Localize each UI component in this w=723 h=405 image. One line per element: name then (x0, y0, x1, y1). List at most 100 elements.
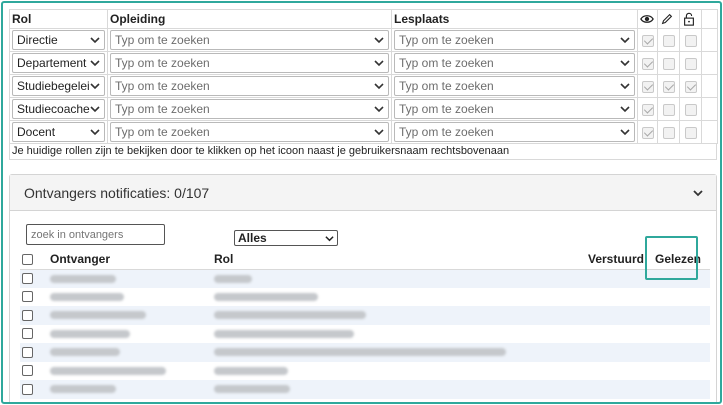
rol-cell: Studiecoache (9, 97, 108, 121)
blurred-role (214, 311, 366, 320)
extra-column (701, 9, 718, 29)
app-frame: Rol Opleiding Lesplaats Directie Typ om t… (1, 1, 722, 404)
recipient-select-cell (20, 362, 48, 381)
rol-select[interactable]: Departement (12, 53, 105, 73)
lock-checkbox[interactable] (684, 126, 697, 139)
recipient-role (212, 306, 570, 325)
recipient-row[interactable] (20, 343, 710, 362)
rol-value: Directie (17, 33, 58, 47)
edit-cell (657, 97, 680, 121)
opleiding-select[interactable]: Typ om te zoeken (110, 30, 389, 50)
recipient-role (212, 343, 570, 362)
view-cell (637, 120, 658, 144)
chevron-down-icon (90, 83, 100, 90)
recipient-name (48, 343, 212, 362)
recipient-checkbox[interactable] (22, 309, 33, 321)
lock-checkbox[interactable] (684, 103, 697, 116)
lesplaats-placeholder: Typ om te zoeken (399, 102, 494, 116)
recipient-role (212, 288, 570, 307)
rol-cell: Departement (9, 51, 108, 75)
opleiding-select[interactable]: Typ om te zoeken (110, 99, 389, 119)
recipient-checkbox[interactable] (22, 328, 33, 340)
opleiding-select[interactable]: Typ om te zoeken (110, 76, 389, 96)
recipient-gelezen (646, 325, 710, 344)
edit-checkbox[interactable] (662, 103, 675, 116)
recipients-search-input[interactable] (26, 224, 165, 245)
blurred-role (214, 385, 290, 394)
pencil-icon (661, 14, 673, 25)
recipient-name (48, 380, 212, 399)
recipient-row[interactable] (20, 380, 710, 399)
lock-cell (679, 74, 702, 98)
recipient-select-cell (20, 269, 48, 288)
recipient-row[interactable] (20, 306, 710, 325)
recipient-row[interactable] (20, 269, 710, 288)
opleiding-cell: Typ om te zoeken (107, 120, 392, 144)
recipients-filter-select[interactable]: Alles (234, 230, 338, 246)
recipient-checkbox[interactable] (22, 273, 33, 285)
chevron-down-icon (620, 106, 630, 113)
role-row: Docent Typ om te zoeken Typ om te zoeken (9, 120, 718, 144)
recipient-gelezen (646, 380, 710, 399)
recipient-verstuurd (570, 343, 646, 362)
view-cell (637, 74, 658, 98)
view-checkbox[interactable] (641, 80, 654, 93)
blurred-role (214, 348, 506, 357)
opleiding-select[interactable]: Typ om te zoeken (110, 53, 389, 73)
lesplaats-select[interactable]: Typ om te zoeken (394, 53, 635, 73)
blurred-name (50, 385, 116, 394)
rol-select[interactable]: Studiebegelei (12, 76, 105, 96)
recipient-row[interactable] (20, 325, 710, 344)
opleiding-cell: Typ om te zoeken (107, 51, 392, 75)
lock-checkbox[interactable] (684, 80, 697, 93)
chevron-down-icon (620, 83, 630, 90)
recipient-checkbox[interactable] (22, 365, 33, 377)
recipient-gelezen (646, 288, 710, 307)
opleiding-select[interactable]: Typ om te zoeken (110, 122, 389, 142)
edit-checkbox[interactable] (662, 34, 675, 47)
view-checkbox[interactable] (641, 103, 654, 116)
rol-select[interactable]: Docent (12, 122, 105, 142)
opleiding-placeholder: Typ om te zoeken (115, 102, 210, 116)
recipient-name (48, 325, 212, 344)
extra-cell (701, 97, 718, 121)
roles-note: Je huidige rollen zijn te bekijken door … (9, 144, 717, 160)
edit-checkbox[interactable] (662, 126, 675, 139)
view-checkbox[interactable] (641, 34, 654, 47)
lesplaats-placeholder: Typ om te zoeken (399, 56, 494, 70)
recipient-verstuurd (570, 306, 646, 325)
recipient-row[interactable] (20, 399, 710, 404)
col-header-verstuurd[interactable]: Verstuurd (570, 249, 646, 270)
panel-header[interactable]: Ontvangers notificaties: 0/107 (10, 175, 716, 211)
lesplaats-select[interactable]: Typ om te zoeken (394, 30, 635, 50)
recipient-select-cell (20, 325, 48, 344)
blurred-name (50, 348, 120, 357)
lock-checkbox[interactable] (684, 57, 697, 70)
recipient-checkbox[interactable] (22, 402, 33, 404)
lock-cell (679, 28, 702, 52)
recipient-row[interactable] (20, 362, 710, 381)
edit-checkbox[interactable] (662, 80, 675, 93)
select-all-checkbox[interactable] (22, 254, 33, 266)
view-cell (637, 28, 658, 52)
recipient-checkbox[interactable] (22, 383, 33, 395)
lesplaats-select[interactable]: Typ om te zoeken (394, 122, 635, 142)
recipient-checkbox[interactable] (22, 346, 33, 358)
edit-checkbox[interactable] (662, 57, 675, 70)
recipient-role (212, 380, 570, 399)
lesplaats-select[interactable]: Typ om te zoeken (394, 99, 635, 119)
recipient-checkbox[interactable] (22, 291, 33, 303)
lesplaats-select[interactable]: Typ om te zoeken (394, 76, 635, 96)
chevron-down-icon (90, 37, 100, 44)
recipient-row[interactable] (20, 288, 710, 307)
rol-select[interactable]: Studiecoache (12, 99, 105, 119)
edit-cell (657, 51, 680, 75)
chevron-down-icon[interactable] (692, 187, 704, 199)
lesplaats-cell: Typ om te zoeken (391, 120, 638, 144)
recipient-name (48, 362, 212, 381)
view-checkbox[interactable] (641, 126, 654, 139)
rol-select[interactable]: Directie (12, 30, 105, 50)
opleiding-cell: Typ om te zoeken (107, 74, 392, 98)
view-checkbox[interactable] (641, 57, 654, 70)
lock-checkbox[interactable] (684, 34, 697, 47)
